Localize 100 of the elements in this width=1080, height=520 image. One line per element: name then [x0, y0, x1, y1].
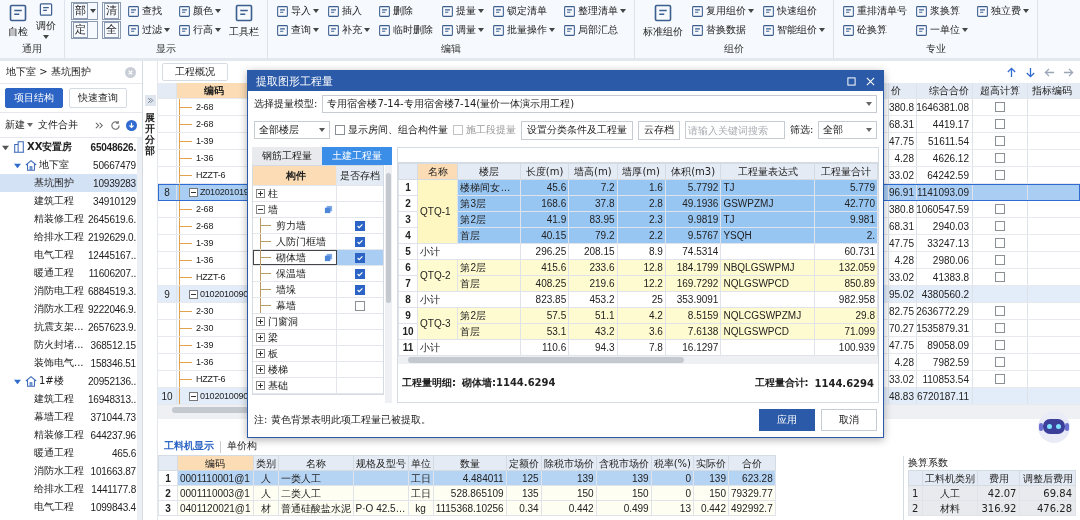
tree-item[interactable]: 墙垛 [253, 282, 337, 297]
table-row[interactable]: 3 0401120021@1 材 普通硅酸盐水泥 P·O 42.5… kg 1115368.10256 0.34 0.442 0.499 13 0.442 492992.7 [158, 500, 776, 516]
toolbar-button[interactable]: 临时删除 [376, 21, 435, 39]
toolbar-button[interactable]: 自检 [6, 2, 30, 39]
toolbar-button[interactable]: 工具栏 [227, 2, 261, 39]
arrow-up-icon[interactable] [1006, 66, 1017, 78]
expand-label[interactable]: 展开分部 [145, 112, 155, 156]
cancel-button[interactable]: 取消 [821, 409, 877, 431]
toolbar-button[interactable]: 行高 [176, 21, 223, 39]
quantity-tab[interactable]: 钢筋工程量 [252, 147, 322, 165]
arrow-down-icon[interactable] [1025, 66, 1036, 78]
toolbar-button[interactable]: 提量 [439, 2, 486, 20]
tree-item[interactable]: 防火封堵... 368512.15 [0, 336, 137, 354]
floor-dropdown[interactable]: 全部楼层 [254, 121, 331, 139]
tree-item[interactable]: 装饰电气... 158346.51 [0, 354, 137, 372]
toolbar-button[interactable]: 快速组价 [760, 2, 827, 20]
tree-item[interactable]: 电气工程 1099843.4 [0, 498, 137, 516]
tree-item[interactable]: 精装修工程 644237.96 [0, 426, 137, 444]
search-field[interactable]: 请输入关键词搜索 [685, 121, 786, 139]
expand-icon[interactable] [256, 381, 265, 390]
checkbox[interactable] [355, 220, 365, 231]
checkbox[interactable] [355, 284, 365, 295]
toolbar-button[interactable]: 查找 [125, 2, 172, 20]
expand-arrow-icon[interactable] [14, 377, 21, 385]
checkbox[interactable] [995, 306, 1005, 316]
collapse-icon[interactable] [189, 187, 198, 197]
expand-icon[interactable] [256, 189, 265, 198]
collapse-icon[interactable] [189, 289, 198, 299]
expand-icon[interactable] [256, 365, 265, 374]
checkbox[interactable] [995, 374, 1005, 384]
model-dropdown[interactable]: 专用宿舍楼7-14-专用宿舍楼7-14(量价一体演示用工程) [322, 95, 877, 113]
name-cell[interactable]: QTQ-3 [417, 307, 458, 340]
tree-item[interactable]: 消防水工程 9222046.9. [0, 300, 137, 318]
collapse-icon[interactable] [256, 205, 265, 214]
toolbar-button[interactable]: 删除 [376, 2, 435, 20]
refresh-icon[interactable] [110, 119, 121, 131]
arrow-right-icon[interactable] [1063, 66, 1074, 78]
toolbar-button[interactable]: 砼换算 [840, 21, 909, 39]
checkbox[interactable] [335, 125, 346, 135]
toolbar-button[interactable]: 部 [71, 2, 98, 20]
checkbox[interactable] [995, 340, 1005, 350]
toolbar-button[interactable]: 锁定清单 [490, 2, 557, 20]
toolbar-button[interactable]: 浆换算 [913, 2, 970, 20]
tree-item[interactable]: 暖通工程 465.6 [0, 444, 137, 462]
panel-tab[interactable]: 快速查询 [69, 88, 127, 108]
tree-item[interactable]: 电气工程 12445167.. [0, 246, 137, 264]
toolbar-button[interactable]: 标准组价 [641, 2, 685, 39]
expand-icon[interactable] [256, 317, 265, 326]
toolbar-button[interactable]: 整理清单 [561, 2, 628, 20]
arrow-left-icon[interactable] [1044, 66, 1055, 78]
checkbox[interactable] [995, 357, 1005, 367]
tree-item[interactable]: 柱 [253, 186, 337, 201]
apply-button[interactable]: 应用 [759, 409, 815, 431]
panel-tab[interactable]: 项目结构 [5, 88, 63, 108]
name-cell[interactable]: QTQ-2 [417, 259, 458, 292]
table-row[interactable]: 2 0001110003@1 人 二类人工 工日 528.865109 135 150 150 0 150 79329.77 [158, 485, 776, 501]
download-icon[interactable] [126, 119, 137, 131]
close-icon[interactable] [866, 76, 875, 86]
dialog-button[interactable]: 云存档 [638, 120, 681, 140]
tree-item[interactable]: 梁 [253, 330, 337, 345]
copy-icon[interactable] [324, 253, 333, 262]
toolbar-button[interactable]: 新建 [5, 118, 33, 132]
expand-arrow-icon[interactable] [14, 161, 21, 169]
checkbox[interactable] [995, 238, 1005, 248]
breadcrumb[interactable]: 地下室 > 基坑围护 [6, 65, 91, 79]
toolbar-button[interactable]: 定 [71, 21, 98, 39]
overview-button[interactable]: 工程概况 [162, 63, 228, 81]
toolbar-button[interactable]: 调量 [439, 21, 486, 39]
tree-item[interactable]: 精装修工程 2645619.6. [0, 210, 137, 228]
checkbox[interactable] [995, 136, 1005, 146]
tree-item[interactable]: 人防门框墙 [253, 234, 337, 249]
checkbox[interactable] [355, 252, 365, 263]
toolbar-button[interactable]: 文件合并 [38, 118, 78, 132]
name-cell[interactable]: QTQ-1 [417, 179, 458, 244]
tree-item[interactable]: 幕墙 [253, 298, 337, 313]
checkbox[interactable] [355, 268, 365, 279]
toolbar-button[interactable]: 导入 [274, 2, 321, 20]
tree-item[interactable]: 消防水工程 101663.87 [0, 462, 137, 480]
copy-icon[interactable] [324, 205, 333, 214]
toolbar-button[interactable]: 插入 [325, 2, 372, 20]
tree-item[interactable]: 给排水工程 2192629.0. [0, 228, 137, 246]
tree-item[interactable]: 1#楼 20952136.. [0, 372, 137, 390]
tree-item[interactable]: 墙 [253, 202, 337, 217]
checkbox[interactable] [995, 272, 1005, 282]
tree-item[interactable]: 基础 [253, 378, 337, 393]
tree-item[interactable]: 板 [253, 346, 337, 361]
toolbar-button[interactable]: 补充 [325, 21, 372, 39]
toolbar-button[interactable]: 局部汇总 [561, 21, 628, 39]
toolbar-button[interactable]: 颜色 [176, 2, 223, 20]
chevron-icon[interactable] [94, 119, 105, 131]
tree-item[interactable]: XX安置房 65048626. [0, 138, 137, 156]
checkbox[interactable] [995, 170, 1005, 180]
checkbox[interactable] [995, 102, 1005, 112]
checkbox[interactable] [995, 255, 1005, 265]
toolbar-button[interactable]: 全 [102, 21, 121, 39]
expand-icon[interactable] [256, 349, 265, 358]
tree-item[interactable]: 暖通工程 11606207.. [0, 264, 137, 282]
tree-item[interactable]: 门窗洞 [253, 314, 337, 329]
toolbar-button[interactable]: 清 [102, 2, 121, 20]
checkbox[interactable] [995, 221, 1005, 231]
